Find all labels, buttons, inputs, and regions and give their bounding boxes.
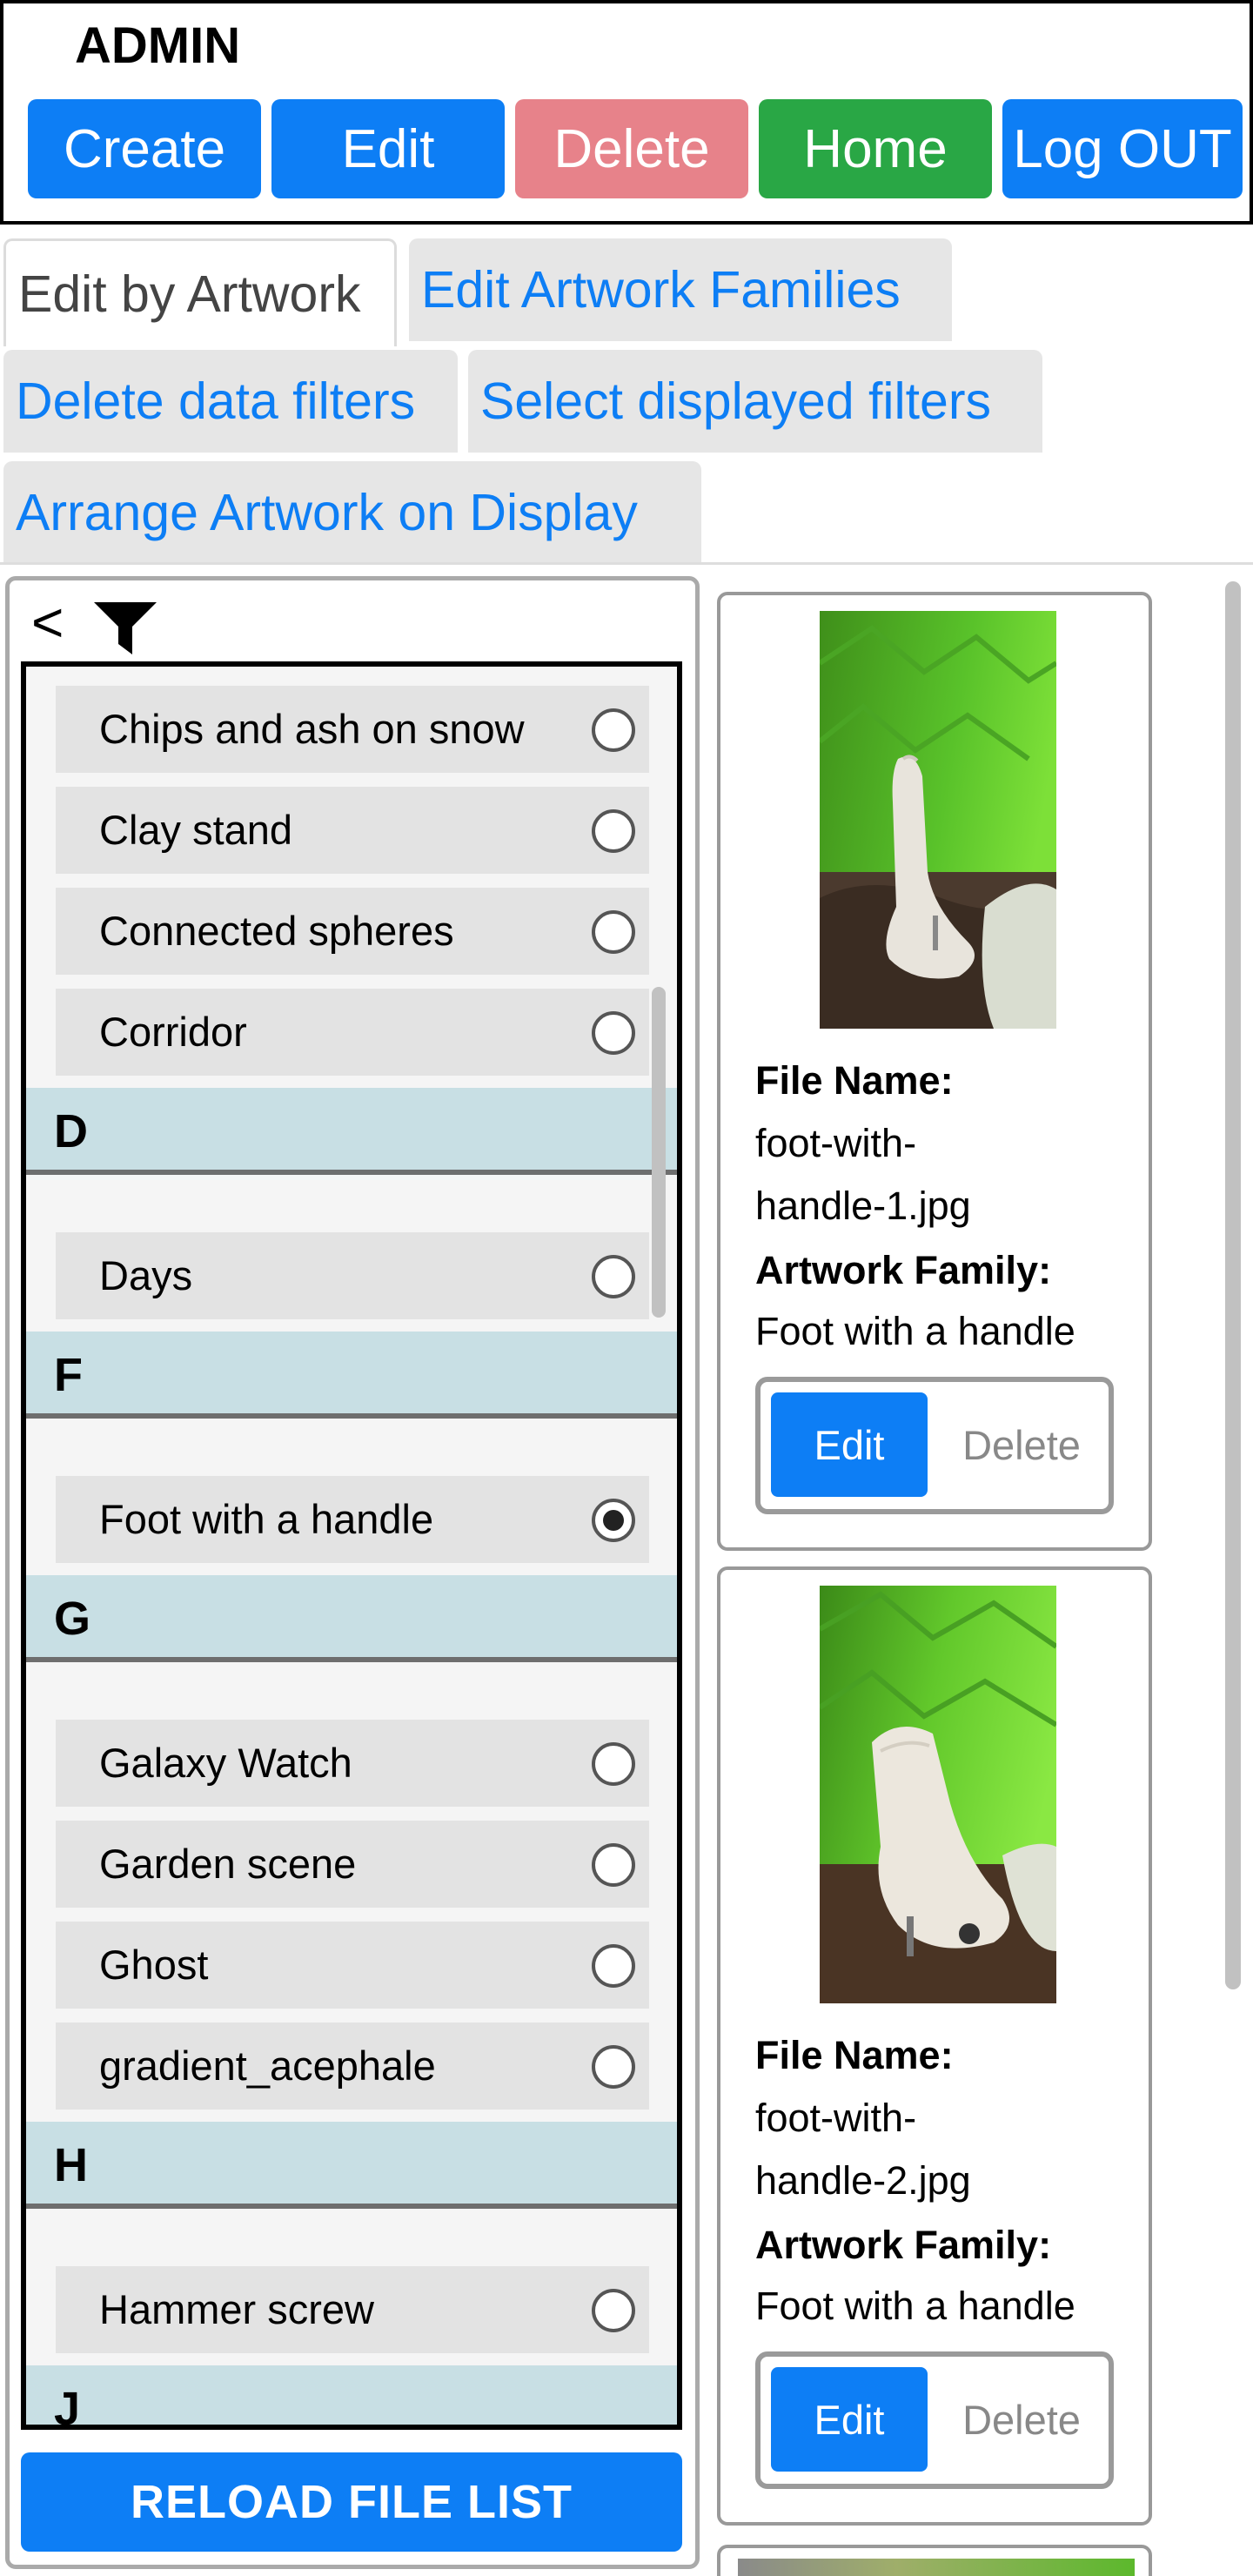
tab-edit-by-artwork[interactable]: Edit by Artwork [3,238,397,346]
list-item-label: Galaxy Watch [99,1740,352,1786]
section-header-h: H [26,2122,677,2209]
radio-button[interactable] [592,809,635,853]
card-delete-button[interactable]: Delete [935,1392,1109,1497]
radio-button[interactable] [592,1011,635,1055]
home-button[interactable]: Home [759,99,992,198]
artwork-family-value: Foot with a handle [755,1309,1075,1353]
list-item[interactable]: Corridor [56,989,649,1076]
chevron-left-icon[interactable]: < [31,592,64,653]
tab-select-displayed-filters[interactable]: Select displayed filters [468,350,1042,453]
reload-file-list-button[interactable]: RELOAD FILE LIST [21,2452,682,2552]
page-scrollbar[interactable] [1225,581,1241,1989]
tab-arrange-artwork-on-display[interactable]: Arrange Artwork on Display [3,461,701,564]
edit-button[interactable]: Edit [271,99,505,198]
list-item-label: Connected spheres [99,908,454,954]
list-item[interactable]: Garden scene [56,1821,649,1908]
list-item-label: gradient_acephale [99,2043,436,2089]
radio-button[interactable] [592,1843,635,1887]
list-item[interactable]: Hammer screw [56,2266,649,2353]
list-item[interactable]: Connected spheres [56,888,649,975]
list-item[interactable]: Chips and ash on snow [56,686,649,773]
list-item-label: Ghost [99,1942,209,1988]
file-name-value-cont: handle-2.jpg [755,2158,971,2203]
delete-button[interactable]: Delete [515,99,748,198]
artwork-family-label: Artwork Family: [755,1248,1052,1292]
list-item-label: Clay stand [99,807,293,853]
artwork-card: File Name: foot-with- handle-1.jpg Artwo… [717,592,1152,1551]
radio-button[interactable] [592,910,635,954]
radio-button[interactable] [592,1944,635,1988]
list-item[interactable]: Days [56,1232,649,1319]
artwork-family-list[interactable]: Chips and ash on snow Clay stand Connect… [21,661,682,2430]
tab-delete-data-filters[interactable]: Delete data filters [3,350,458,453]
tab-edit-artwork-families[interactable]: Edit Artwork Families [409,238,952,341]
section-letter: J [54,2383,81,2430]
artwork-card: File Name: foot-with- handle-2.jpg Artwo… [717,1566,1152,2526]
section-header-f: F [26,1332,677,1419]
section-letter: H [54,2139,88,2191]
artwork-thumbnail-partial[interactable] [738,2559,1135,2576]
card-actions: Edit Delete [755,2351,1114,2489]
radio-button[interactable] [592,1742,635,1786]
list-item[interactable]: Clay stand [56,787,649,874]
radio-button[interactable] [592,708,635,752]
file-name-label: File Name: [755,2033,954,2077]
list-item[interactable]: gradient_acephale [56,2023,649,2110]
page-title: ADMIN [75,17,241,74]
section-letter: F [54,1349,83,1401]
file-name-value: foot-with- [755,2096,917,2140]
list-item-label: Chips and ash on snow [99,706,525,752]
file-name-label: File Name: [755,1058,954,1103]
list-item-label: Days [99,1252,193,1298]
section-header-d: D [26,1088,677,1175]
list-item-label: Foot with a handle [99,1496,434,1542]
funnel-icon[interactable] [92,600,158,656]
artwork-family-label: Artwork Family: [755,2223,1052,2267]
radio-button-checked[interactable] [592,1499,635,1542]
section-header-g: G [26,1575,677,1662]
logout-button[interactable]: Log OUT [1002,99,1243,198]
artwork-thumbnail[interactable] [820,1586,1056,2003]
list-item-selected[interactable]: Foot with a handle [56,1476,649,1563]
artwork-thumbnail[interactable] [820,611,1056,1029]
card-edit-button[interactable]: Edit [771,2367,928,2472]
create-button[interactable]: Create [28,99,261,198]
list-item-label: Hammer screw [99,2286,374,2332]
card-delete-button[interactable]: Delete [935,2367,1109,2472]
radio-button[interactable] [592,1255,635,1298]
artwork-family-value: Foot with a handle [755,2284,1075,2328]
section-header-j: J [26,2365,677,2430]
tab-divider [0,562,1253,565]
section-letter: G [54,1593,91,1645]
card-edit-button[interactable]: Edit [771,1392,928,1497]
radio-button[interactable] [592,2289,635,2332]
list-item[interactable]: Ghost [56,1922,649,2009]
list-item-label: Garden scene [99,1841,357,1887]
file-name-value: foot-with- [755,1121,917,1165]
list-scrollbar[interactable] [652,987,666,1318]
artwork-card-partial [717,2545,1152,2576]
list-item-label: Corridor [99,1009,247,1055]
list-item[interactable]: Galaxy Watch [56,1720,649,1807]
file-name-value-cont: handle-1.jpg [755,1184,971,1228]
radio-button[interactable] [592,2045,635,2089]
card-actions: Edit Delete [755,1377,1114,1514]
section-letter: D [54,1105,88,1157]
admin-header: ADMIN Create Edit Delete Home Log OUT [0,0,1253,225]
